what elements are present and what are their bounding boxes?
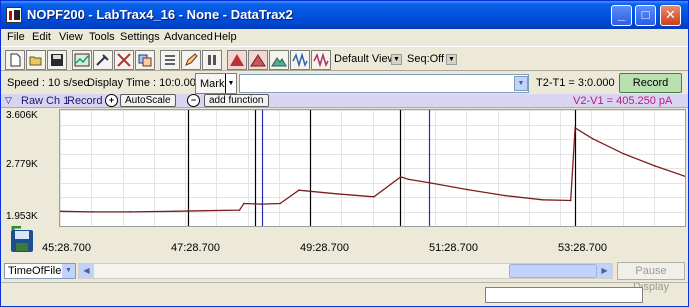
- maximize-button[interactable]: □: [635, 5, 656, 26]
- save-to-disk-icon[interactable]: [9, 225, 37, 254]
- t2t1-text: T2-T1 = 3:0.000: [536, 77, 615, 89]
- title-bar[interactable]: NOPF200 - LabTrax4_16 - None - DataTrax2…: [1, 1, 688, 29]
- display-time-text: Display Time : 10:0.000: [87, 77, 202, 89]
- pause-display-button[interactable]: Pause Display: [617, 262, 685, 293]
- trace-point: [129, 211, 131, 213]
- x-tick-4: 51:28.700: [429, 242, 478, 254]
- y-tick-mid: 2.779K: [6, 159, 38, 170]
- menu-settings[interactable]: Settings: [120, 31, 160, 43]
- x-tick-5: 53:28.700: [558, 242, 607, 254]
- trace-point: [574, 127, 576, 129]
- speed-row: Speed : 10 s/sec Display Time : 10:0.000…: [1, 72, 688, 94]
- menu-advanced[interactable]: Advanced: [164, 31, 213, 43]
- menu-edit[interactable]: Edit: [32, 31, 51, 43]
- trace-point: [260, 203, 263, 205]
- view-label[interactable]: Default View: [334, 53, 396, 65]
- chart-icon[interactable]: [72, 50, 92, 70]
- trace-point: [504, 194, 506, 197]
- bottom-bar: TimeOfFile ▼ ◀ ▶ Pause Display: [1, 261, 688, 293]
- seq-label[interactable]: Seq:Off: [407, 53, 444, 65]
- trace-point: [335, 193, 338, 195]
- channel-name[interactable]: Raw Ch 1: [21, 95, 69, 107]
- scroll-right-icon[interactable]: ▶: [597, 264, 612, 278]
- list-icon[interactable]: [160, 50, 180, 70]
- trace-point: [399, 176, 402, 178]
- status-field: [485, 287, 643, 303]
- trace-chart[interactable]: [59, 110, 686, 227]
- mark-input[interactable]: [239, 74, 529, 93]
- trace-point: [429, 182, 431, 184]
- menu-help[interactable]: Help: [214, 31, 237, 43]
- autoscale-button[interactable]: AutoScale: [120, 94, 176, 107]
- close-button[interactable]: ✕: [660, 5, 681, 26]
- add-function-button[interactable]: add function: [204, 94, 269, 107]
- trace-point: [407, 178, 410, 181]
- trace-point: [569, 199, 572, 202]
- trace-point: [298, 189, 300, 191]
- menu-tools[interactable]: Tools: [89, 31, 115, 43]
- x-tick-1: 45:28.700: [42, 242, 91, 254]
- v2v1-text: V2-V1 = 405.250 pA: [573, 95, 673, 107]
- spikes-icon[interactable]: [290, 50, 310, 70]
- menu-bar: File Edit View Tools Settings Advanced H…: [1, 29, 688, 46]
- mark-button[interactable]: Mark ▼: [195, 73, 237, 94]
- overlay-icon[interactable]: [135, 50, 155, 70]
- app-logo-icon: [6, 7, 22, 23]
- window-title: NOPF200 - LabTrax4_16 - None - DataTrax2: [27, 7, 293, 22]
- mark-combo-arrow-icon[interactable]: ▼: [514, 76, 528, 91]
- trace-point: [238, 209, 241, 211]
- mark-dropdown-icon[interactable]: ▼: [225, 74, 236, 93]
- speed-text: Speed : 10 s/sec: [7, 77, 89, 89]
- spikes-alt-icon[interactable]: [311, 50, 331, 70]
- view-dropdown-icon[interactable]: ▼: [391, 54, 402, 65]
- channel-collapse-icon[interactable]: ▽: [5, 95, 12, 106]
- scroll-thumb[interactable]: [509, 264, 597, 278]
- new-file-icon[interactable]: [5, 50, 25, 70]
- scroll-left-icon[interactable]: ◀: [79, 264, 94, 278]
- mountain-icon[interactable]: [269, 50, 289, 70]
- trace-point: [466, 188, 469, 191]
- status-bar: [1, 282, 688, 306]
- tools-icon[interactable]: [93, 50, 113, 70]
- x-tick-3: 49:28.700: [300, 242, 349, 254]
- app-window: NOPF200 - LabTrax4_16 - None - DataTrax2…: [0, 0, 689, 307]
- minimize-button[interactable]: _: [611, 5, 632, 26]
- channel-record-label: Record: [67, 95, 103, 107]
- y-tick-top: 3.606K: [6, 110, 38, 121]
- record-button[interactable]: Record: [619, 73, 682, 93]
- save-icon[interactable]: [47, 50, 67, 70]
- menu-file[interactable]: File: [7, 31, 25, 43]
- open-folder-icon[interactable]: [26, 50, 46, 70]
- time-format-dropdown-icon[interactable]: ▼: [62, 264, 75, 278]
- trace-point: [173, 210, 175, 213]
- trace-point: [243, 202, 245, 205]
- peak-icon[interactable]: [227, 50, 247, 70]
- channel-bar: ▽ Raw Ch 1 Record + AutoScale − add func…: [1, 94, 688, 108]
- trace-point: [204, 209, 206, 212]
- trace-point: [279, 202, 281, 205]
- pen-icon[interactable]: [181, 50, 201, 70]
- trace-point: [373, 196, 375, 198]
- zoom-in-icon[interactable]: +: [105, 94, 118, 107]
- time-scrollbar[interactable]: ◀ ▶: [78, 263, 613, 279]
- y-tick-bottom: 1.953K: [6, 211, 38, 222]
- menu-view[interactable]: View: [59, 31, 83, 43]
- pause-icon[interactable]: [202, 50, 222, 70]
- peak-alt-icon[interactable]: [248, 50, 268, 70]
- trace-point: [654, 165, 656, 167]
- plot-area[interactable]: [59, 109, 686, 227]
- trace-point: [91, 211, 94, 213]
- trace-point: [541, 199, 544, 201]
- time-format-value: TimeOfFile: [8, 265, 62, 277]
- x-chart-icon[interactable]: [114, 50, 134, 70]
- seq-dropdown-icon[interactable]: ▼: [446, 54, 457, 65]
- x-tick-2: 47:28.700: [171, 242, 220, 254]
- mark-label: Mark: [200, 78, 225, 90]
- trace-point: [591, 137, 594, 140]
- time-format-select[interactable]: TimeOfFile ▼: [4, 263, 76, 279]
- toolbar: Default View ▼ Seq:Off ▼: [1, 46, 688, 71]
- trace-point: [623, 153, 625, 155]
- zoom-out-icon[interactable]: −: [187, 94, 200, 107]
